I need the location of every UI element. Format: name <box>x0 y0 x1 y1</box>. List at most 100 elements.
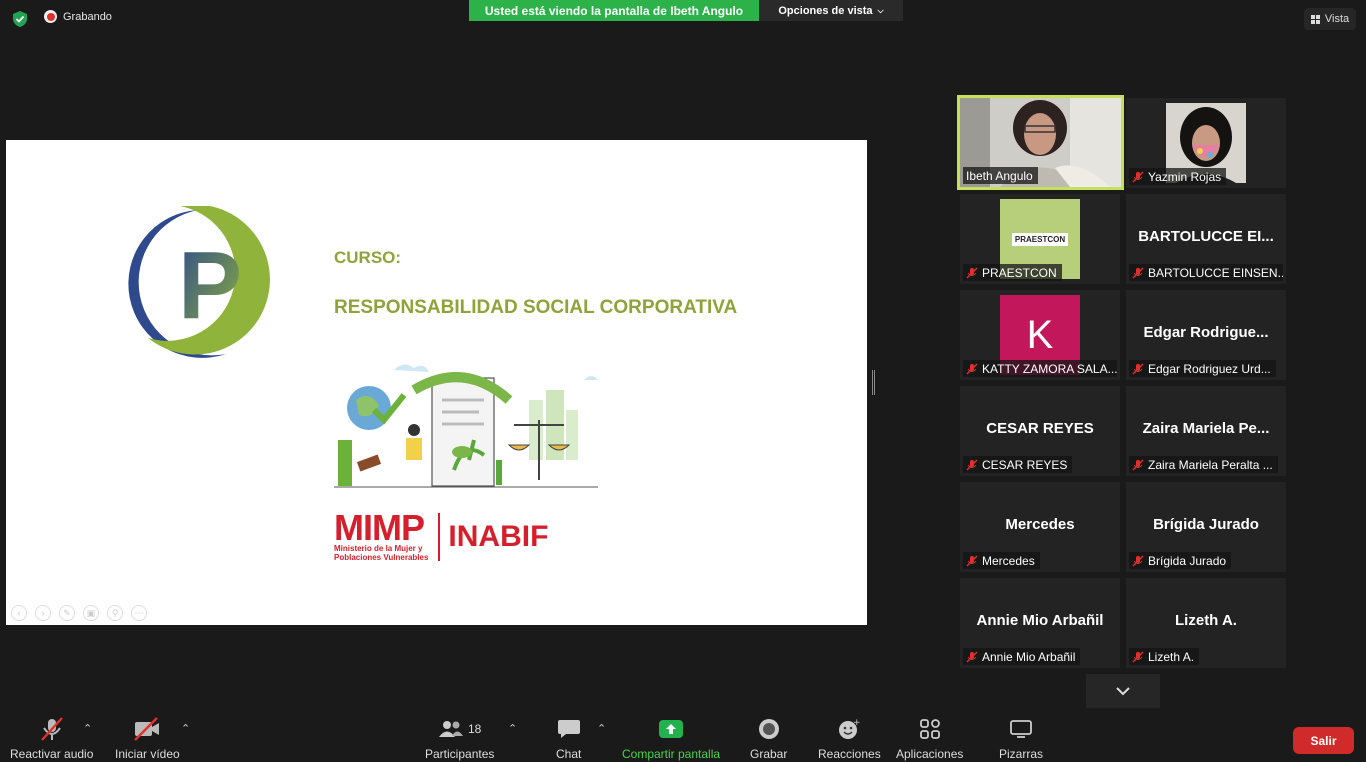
video-off-icon <box>132 716 162 742</box>
inabif-name: INABIF <box>448 520 549 553</box>
participant-name-label: Annie Mio Arbañil <box>963 648 1081 665</box>
participant-display-name: Brígida Jurado <box>1153 516 1259 533</box>
participants-count: 18 <box>468 722 482 736</box>
participant-tile[interactable]: Mercedes Mercedes <box>960 482 1120 572</box>
participant-tile[interactable]: Zaira Mariela Pe... Zaira Mariela Peralt… <box>1126 386 1286 476</box>
whiteboards-label: Pizarras <box>999 747 1044 761</box>
participants-icon: 18 <box>438 716 481 742</box>
logo-separator <box>438 513 441 561</box>
participant-name-label: Brígida Jurado <box>1129 552 1232 569</box>
view-label: Vista <box>1324 13 1350 25</box>
zoom-meeting-window: Grabando Usted está viendo la pantalla d… <box>0 0 1366 762</box>
record-button[interactable]: Grabar <box>750 716 787 761</box>
course-title: RESPONSABILIDAD SOCIAL CORPORATIVA <box>334 297 738 318</box>
chat-button[interactable]: Chat <box>556 716 581 761</box>
participant-display-name: Lizeth A. <box>1175 612 1237 629</box>
svg-text:+: + <box>853 718 861 728</box>
participant-name-label: BARTOLUCCE EINSEN... <box>1129 264 1283 281</box>
mic-muted-icon <box>1132 651 1144 662</box>
mimp-name: MIMP <box>334 507 425 548</box>
pen-icon[interactable]: ✎ <box>59 605 75 621</box>
participant-tile[interactable]: Lizeth A. Lizeth A. <box>1126 578 1286 668</box>
participant-name-label: Lizeth A. <box>1129 648 1200 665</box>
record-label: Grabar <box>750 747 788 761</box>
leave-meeting-button[interactable]: Salir <box>1293 727 1354 754</box>
start-video-button[interactable]: Iniciar vídeo <box>115 716 180 761</box>
participant-display-name: CESAR REYES <box>986 420 1094 437</box>
participant-tile[interactable]: Ibeth Angulo <box>957 95 1124 190</box>
previous-slide-icon[interactable]: ‹ <box>11 605 27 621</box>
participant-display-name: Zaira Mariela Pe... <box>1142 420 1270 437</box>
panel-splitter-handle[interactable] <box>872 370 875 395</box>
view-button[interactable]: Vista <box>1304 8 1356 30</box>
participants-button[interactable]: 18 Participantes <box>425 716 494 761</box>
record-icon <box>758 716 780 742</box>
start-video-label: Iniciar vídeo <box>115 747 180 761</box>
participant-tile[interactable]: K KATTY ZAMORA SALA... <box>960 290 1120 380</box>
participant-display-name: BARTOLUCCE EI... <box>1138 228 1274 245</box>
chevron-down-icon <box>1116 687 1130 696</box>
mic-muted-icon <box>966 459 978 470</box>
view-options-label: Opciones de vista <box>778 4 873 17</box>
grid-view-icon <box>1310 14 1320 24</box>
participant-name-label: Mercedes <box>963 552 1040 569</box>
share-screen-button[interactable]: Compartir pantalla <box>622 716 720 761</box>
recording-indicator[interactable]: Grabando <box>44 10 112 23</box>
participant-name-label: PRAESTCON <box>963 264 1062 281</box>
mic-muted-icon <box>1132 555 1144 566</box>
zoom-icon[interactable]: ⚲ <box>107 605 123 621</box>
security-shield-icon[interactable] <box>11 10 29 28</box>
video-options-caret-icon[interactable]: ⌃ <box>181 722 190 735</box>
participant-tile[interactable]: Annie Mio Arbañil Annie Mio Arbañil <box>960 578 1120 668</box>
participant-name-label: Zaira Mariela Peralta ... <box>1129 456 1278 473</box>
mic-muted-icon <box>1132 267 1144 278</box>
participant-tile[interactable]: PRAESTCON PRAESTCON <box>960 194 1120 284</box>
mic-muted-icon <box>966 363 978 374</box>
unmute-audio-button[interactable]: Reactivar audio <box>10 716 93 761</box>
mic-muted-icon <box>1132 459 1144 470</box>
participant-name-label: KATTY ZAMORA SALA... <box>963 360 1117 377</box>
unmute-audio-label: Reactivar audio <box>10 747 94 761</box>
whiteboards-button[interactable]: Pizarras <box>999 716 1043 761</box>
participant-tile[interactable]: Yazmin Rojas <box>1126 98 1286 188</box>
shared-screen[interactable]: P CURSO: RESPONSABILIDAD SOCIAL CORPORAT… <box>6 140 867 625</box>
participant-tile[interactable]: BARTOLUCCE EI... BARTOLUCCE EINSEN... <box>1126 194 1286 284</box>
gallery-next-page-button[interactable] <box>1086 674 1160 708</box>
participant-name-label: Edgar Rodriguez Urd... <box>1129 360 1276 377</box>
course-label: CURSO: <box>334 248 402 267</box>
apps-label: Aplicaciones <box>896 747 964 761</box>
mimp-inabif-logo: MIMP Ministerio de la Mujer y Poblacione… <box>334 507 549 563</box>
slides-icon[interactable]: ▣ <box>83 605 99 621</box>
recording-label: Grabando <box>63 10 112 23</box>
apps-button[interactable]: Aplicaciones <box>896 716 963 761</box>
participant-name-label: Ibeth Angulo <box>963 167 1038 184</box>
whiteboard-icon <box>1009 716 1033 742</box>
more-icon[interactable]: ⋯ <box>131 605 147 621</box>
participant-display-name: Annie Mio Arbañil <box>976 612 1104 629</box>
mimp-subtitle-2: Poblaciones Vulnerables <box>334 553 429 562</box>
view-options-button[interactable]: Opciones de vista ⌵ <box>759 0 903 21</box>
participant-tile[interactable]: CESAR REYES CESAR REYES <box>960 386 1120 476</box>
chat-icon <box>557 716 581 742</box>
participant-display-name: Edgar Rodrigue... <box>1143 324 1269 341</box>
participant-tile[interactable]: Edgar Rodrigue... Edgar Rodriguez Urd... <box>1126 290 1286 380</box>
reactions-button[interactable]: + Reacciones <box>818 716 881 761</box>
reactions-emoji-icon: + <box>837 716 861 742</box>
mic-muted-icon <box>966 651 978 662</box>
participant-tile[interactable]: Brígida Jurado Brígida Jurado <box>1126 482 1286 572</box>
logo-letter: P <box>178 232 242 339</box>
recording-icon <box>44 10 57 23</box>
participants-options-caret-icon[interactable]: ⌃ <box>508 722 517 735</box>
mic-muted-icon <box>966 555 978 566</box>
audio-options-caret-icon[interactable]: ⌃ <box>83 722 92 735</box>
participant-display-name: Mercedes <box>1005 516 1075 533</box>
mic-muted-icon <box>1132 171 1144 182</box>
mic-muted-icon <box>1132 363 1144 374</box>
share-screen-icon <box>659 716 684 742</box>
csr-illustration <box>334 360 598 490</box>
next-slide-icon[interactable]: › <box>35 605 51 621</box>
participants-label: Participantes <box>425 747 495 761</box>
mic-muted-icon <box>39 716 65 742</box>
chat-options-caret-icon[interactable]: ⌃ <box>597 722 606 735</box>
slide-controls: ‹ › ✎ ▣ ⚲ ⋯ <box>11 605 147 621</box>
